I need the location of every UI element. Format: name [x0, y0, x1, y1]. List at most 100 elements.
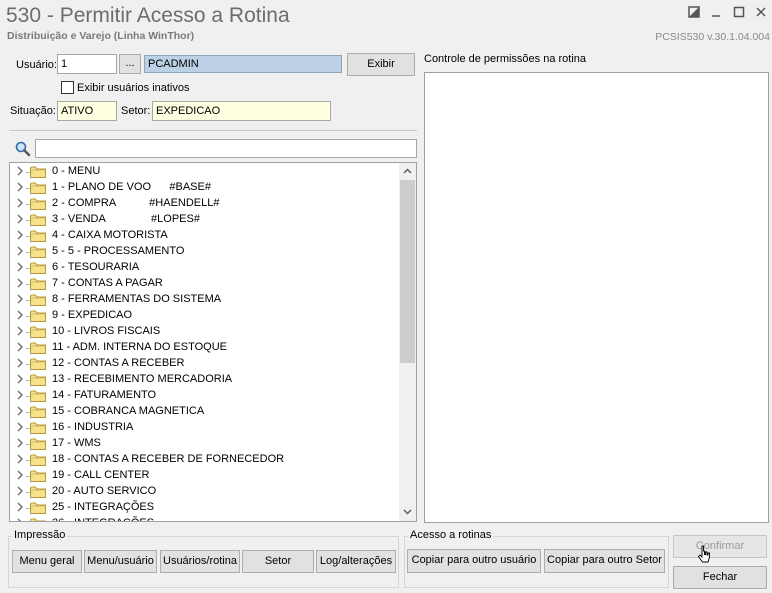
log-alteracoes-button[interactable]: Log/alterações	[316, 550, 396, 573]
folder-icon	[30, 182, 46, 194]
tree-item[interactable]: 4 - CAIXA MOTORISTA	[10, 228, 402, 244]
tree-item[interactable]: 0 - MENU	[10, 164, 402, 180]
tree-item[interactable]: 12 - CONTAS A RECEBER	[10, 356, 402, 372]
tree-item-label: 25 - INTEGRAÇÕES	[52, 501, 155, 513]
chevron-right-icon[interactable]	[16, 309, 26, 323]
routine-tree[interactable]: 0 - MENU 1 - PLANO DE VOO #BASE# 2 - COMPR…	[9, 162, 417, 522]
chevron-right-icon[interactable]	[16, 389, 26, 403]
folder-icon	[30, 310, 46, 322]
tree-item[interactable]: 9 - EXPEDICAO	[10, 308, 402, 324]
tree-item[interactable]: 16 - INDUSTRIA	[10, 420, 402, 436]
tree-item-label: 9 - EXPEDICAO	[52, 309, 133, 321]
exibir-button[interactable]: Exibir	[347, 53, 415, 76]
version-label: PCSIS530 v.30.1.04.004	[655, 31, 770, 43]
tree-item[interactable]: 19 - CALL CENTER	[10, 468, 402, 484]
scroll-thumb[interactable]	[400, 180, 415, 363]
setor-button[interactable]: Setor	[242, 550, 314, 573]
tree-item[interactable]: 2 - COMPRA #HAENDELL#	[10, 196, 402, 212]
chevron-right-icon[interactable]	[16, 197, 26, 211]
folder-icon	[30, 390, 46, 402]
chevron-right-icon[interactable]	[16, 277, 26, 291]
tree-item[interactable]: 25 - INTEGRAÇÕES	[10, 500, 402, 516]
confirmar-button[interactable]: Confirmar	[673, 535, 767, 558]
chevron-right-icon[interactable]	[16, 373, 26, 387]
folder-icon	[30, 502, 46, 514]
tree-item[interactable]: 11 - ADM. INTERNA DO ESTOQUE	[10, 340, 402, 356]
tree-item[interactable]: 13 - RECEBIMENTO MERCADORIA	[10, 372, 402, 388]
tree-item[interactable]: 6 - TESOURARIA	[10, 260, 402, 276]
chevron-right-icon[interactable]	[16, 357, 26, 371]
tree-item[interactable]: 26 - INTEGRAÇÕES	[10, 516, 402, 521]
scroll-down-icon[interactable]	[399, 504, 416, 521]
tree-item[interactable]: 14 - FATURAMENTO	[10, 388, 402, 404]
chevron-right-icon[interactable]	[16, 437, 26, 451]
permissions-panel[interactable]	[424, 72, 769, 523]
tree-item-label: 4 - CAIXA MOTORISTA	[52, 229, 168, 241]
chevron-right-icon[interactable]	[16, 325, 26, 339]
tree-item[interactable]: 15 - COBRANCA MAGNETICA	[10, 404, 402, 420]
chevron-right-icon[interactable]	[16, 181, 26, 195]
tree-item-label: 13 - RECEBIMENTO MERCADORIA	[52, 373, 233, 385]
tree-item-label: 7 - CONTAS A PAGAR	[52, 277, 163, 289]
chevron-right-icon[interactable]	[16, 261, 26, 275]
folder-icon	[30, 326, 46, 338]
tree-item-label: 16 - INDUSTRIA	[52, 421, 134, 433]
chevron-right-icon[interactable]	[16, 341, 26, 355]
tree-item[interactable]: 8 - FERRAMENTAS DO SISTEMA	[10, 292, 402, 308]
chevron-right-icon[interactable]	[16, 517, 26, 521]
acesso-title: Acesso a rotinas	[408, 529, 494, 541]
folder-icon	[30, 166, 46, 178]
copiar-setor-button[interactable]: Copiar para outro Setor	[544, 549, 665, 573]
chevron-right-icon[interactable]	[16, 453, 26, 467]
folder-icon	[30, 294, 46, 306]
folder-icon	[30, 278, 46, 290]
tree-item[interactable]: 5 - 5 - PROCESSAMENTO	[10, 244, 402, 260]
menu-geral-button[interactable]: Menu geral	[12, 550, 82, 573]
user-lookup-button[interactable]: ...	[119, 54, 141, 74]
chevron-right-icon[interactable]	[16, 213, 26, 227]
tree-item[interactable]: 7 - CONTAS A PAGAR	[10, 276, 402, 292]
chevron-right-icon[interactable]	[16, 245, 26, 259]
tree-item[interactable]: 17 - WMS	[10, 436, 402, 452]
setor-label: Setor:	[121, 105, 151, 117]
folder-icon	[30, 422, 46, 434]
fechar-button[interactable]: Fechar	[673, 566, 767, 589]
tree-item-label: 5 - 5 - PROCESSAMENTO	[52, 245, 185, 257]
permissions-title: Controle de permissões na rotina	[424, 53, 587, 65]
usuarios-rotina-button[interactable]: Usuários/rotina	[160, 550, 240, 573]
tree-item-label: 19 - CALL CENTER	[52, 469, 150, 481]
minimize-icon[interactable]	[706, 4, 726, 22]
chevron-right-icon[interactable]	[16, 469, 26, 483]
tree-item[interactable]: 18 - CONTAS A RECEBER DE FORNECEDOR	[10, 452, 402, 468]
tree-item[interactable]: 10 - LIVROS FISCAIS	[10, 324, 402, 340]
tree-item[interactable]: 3 - VENDA #LOPES#	[10, 212, 402, 228]
chevron-right-icon[interactable]	[16, 501, 26, 515]
folder-icon	[30, 230, 46, 242]
inativos-checkbox[interactable]	[61, 81, 74, 94]
chevron-right-icon[interactable]	[16, 421, 26, 435]
folder-icon	[30, 438, 46, 450]
chevron-right-icon[interactable]	[16, 485, 26, 499]
tree-item-label: 8 - FERRAMENTAS DO SISTEMA	[52, 293, 222, 305]
usuario-name-field: PCADMIN	[144, 55, 342, 73]
tree-item[interactable]: 20 - AUTO SERVICO	[10, 484, 402, 500]
tree-item-label: 0 - MENU	[52, 165, 101, 177]
folder-icon	[30, 374, 46, 386]
folder-icon	[30, 246, 46, 258]
copiar-usuario-button[interactable]: Copiar para outro usuário	[407, 549, 541, 573]
tree-item[interactable]: 1 - PLANO DE VOO #BASE#	[10, 180, 402, 196]
tree-scrollbar[interactable]	[399, 163, 416, 521]
maximize-icon[interactable]	[729, 4, 749, 22]
usuario-code-input[interactable]: 1	[57, 54, 117, 74]
chevron-right-icon[interactable]	[16, 165, 26, 179]
chevron-right-icon[interactable]	[16, 405, 26, 419]
close-icon[interactable]	[751, 4, 771, 22]
chevron-right-icon[interactable]	[16, 293, 26, 307]
mouse-cursor-icon	[697, 545, 711, 565]
chevron-right-icon[interactable]	[16, 229, 26, 243]
restore-icon[interactable]	[684, 4, 704, 22]
menu-usuario-button[interactable]: Menu/usuário	[84, 550, 157, 573]
scroll-up-icon[interactable]	[399, 163, 416, 180]
tree-item-label: 15 - COBRANCA MAGNETICA	[52, 405, 205, 417]
tree-search-input[interactable]	[35, 139, 417, 158]
